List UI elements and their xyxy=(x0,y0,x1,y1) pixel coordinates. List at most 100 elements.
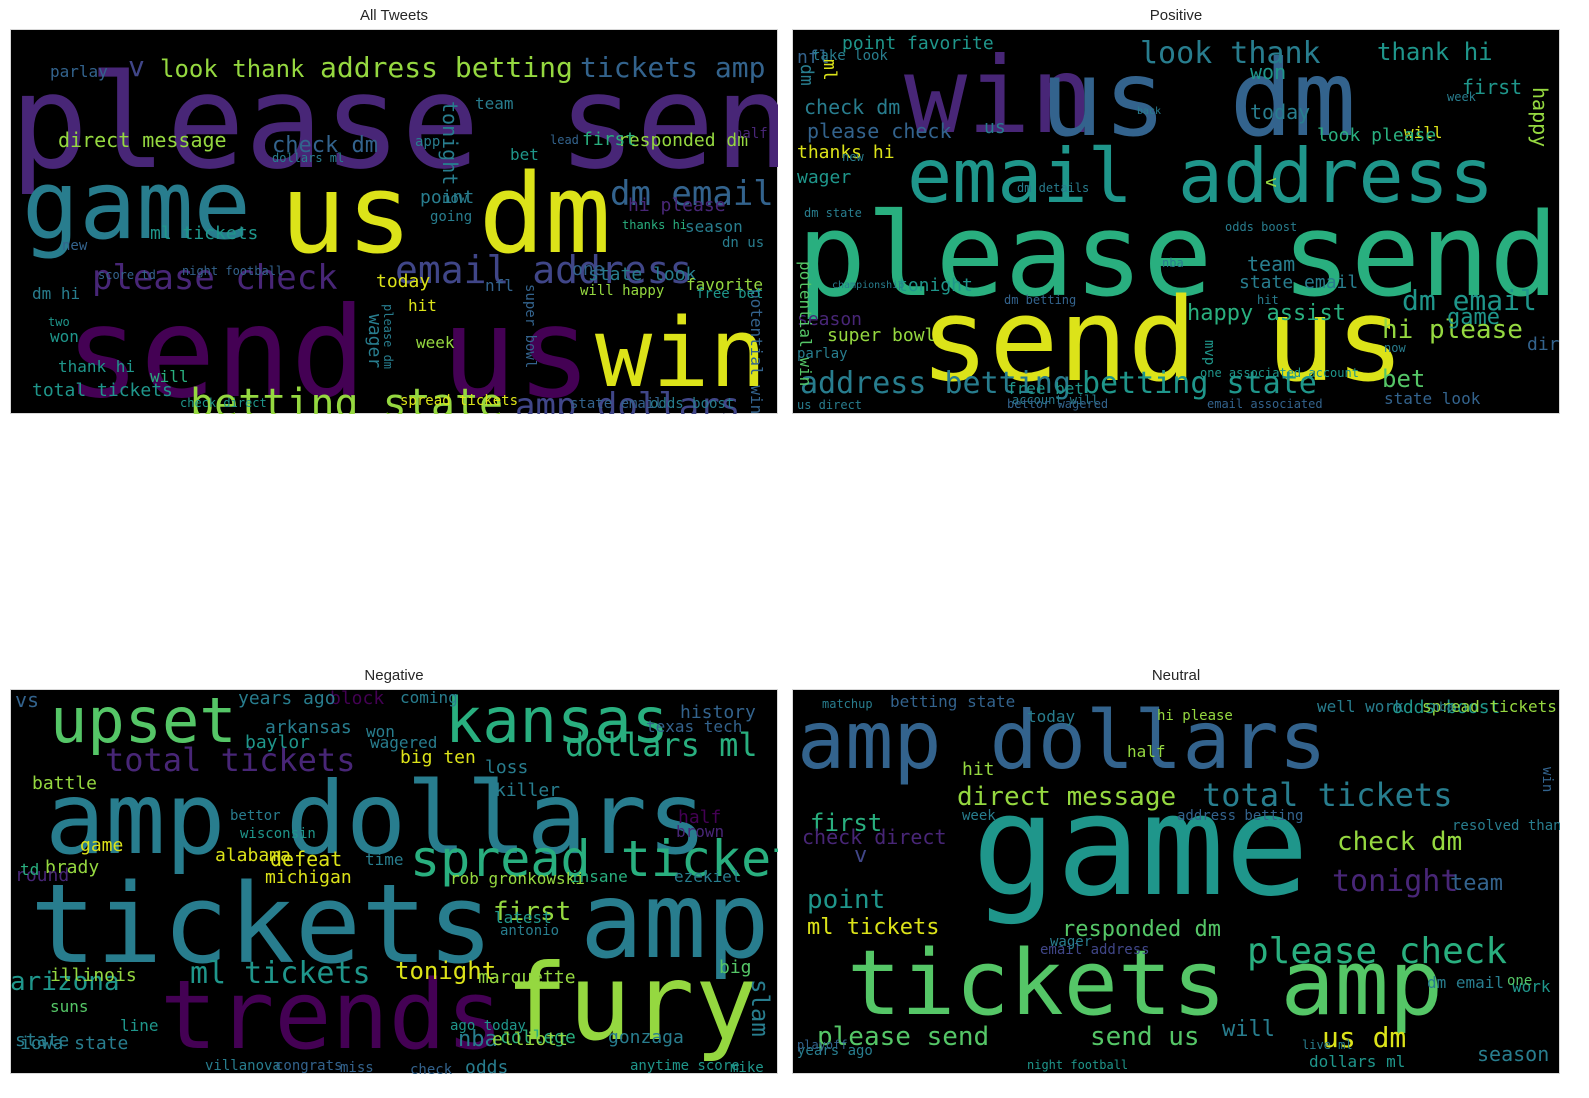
cloud-word: send us xyxy=(1090,1022,1200,1052)
cloud-word: nba xyxy=(1162,256,1184,270)
cloud-word: two xyxy=(48,315,70,329)
panel-title: Negative xyxy=(364,667,424,684)
cloud-word: state email xyxy=(570,396,663,412)
cloud-word: score td xyxy=(98,268,156,282)
cloud-word: championship xyxy=(832,280,905,291)
cloud-word: check dm xyxy=(804,95,901,119)
cloud-word: dm state xyxy=(804,206,862,220)
cloud-word: season xyxy=(685,217,743,236)
cloud-word: live ml xyxy=(1302,1038,1353,1052)
cloud-word: potential win xyxy=(747,289,766,414)
cloud-word: back xyxy=(1137,106,1162,117)
word-cloud: amp dollars tickets amp trends fury upset kans… xyxy=(10,689,778,1074)
cloud-word: well work xyxy=(1317,697,1404,716)
cloud-word: texas tech xyxy=(646,717,743,736)
cloud-word: illinois xyxy=(50,965,137,986)
panel-all-tweets: All Tweets please sendgameus dmsend uswi… xyxy=(10,0,778,418)
cloud-word: state look xyxy=(1384,389,1481,408)
panel-neutral: Neutral amp dollars game tickets amp total … xyxy=(792,660,1560,1078)
cloud-word: hi please xyxy=(628,195,726,216)
cloud-word: game xyxy=(80,835,124,856)
cloud-word: take look xyxy=(812,48,888,64)
cloud-word: baylor xyxy=(245,732,311,753)
cloud-word: odds boost xyxy=(1225,220,1298,234)
cloud-word: dm xyxy=(796,64,817,86)
cloud-word: bet xyxy=(510,145,539,164)
cloud-word: coming xyxy=(400,689,458,707)
cloud-word: killer xyxy=(495,780,561,801)
cloud-word: one xyxy=(1507,973,1533,989)
cloud-word: free bet xyxy=(696,286,764,302)
cloud-word: today xyxy=(1027,707,1076,726)
cloud-word: look please xyxy=(1317,125,1437,146)
cloud-word: lead xyxy=(550,133,579,147)
cloud-word: playoff xyxy=(797,1038,848,1052)
cloud-word: half xyxy=(734,126,768,142)
cloud-word: mike xyxy=(730,1060,764,1074)
panel-title: Positive xyxy=(1149,7,1203,24)
cloud-word: won xyxy=(50,327,79,346)
cloud-word: night football xyxy=(182,264,284,278)
word-cloud: please sendgameus dmsend uswinbetting st… xyxy=(10,29,778,414)
cloud-word: email associated xyxy=(1207,397,1323,411)
cloud-word: dm details xyxy=(1017,181,1090,195)
cloud-word: tonight xyxy=(1332,864,1459,899)
cloud-word: check direct xyxy=(180,396,267,410)
cloud-word: antonio xyxy=(500,923,560,939)
cloud-word: thank hi xyxy=(58,357,136,376)
cloud-word: address betting xyxy=(320,51,573,84)
cloud-word: insane xyxy=(570,867,628,886)
cloud-word: dn us xyxy=(722,235,765,251)
cloud-word: bet xyxy=(1382,365,1426,393)
cloud-word: big ten xyxy=(400,747,476,768)
cloud-word: thank hi xyxy=(1377,38,1493,66)
cloud-word: will xyxy=(1222,1017,1275,1042)
cloud-word: total tickets xyxy=(105,741,356,779)
word-cloud: win us dm email address please send send us a… xyxy=(792,29,1560,414)
cloud-word: half xyxy=(1127,742,1166,761)
cloud-word: thanks hi xyxy=(622,218,688,232)
cloud-word: hi please xyxy=(1157,708,1233,724)
cloud-word: night football xyxy=(1027,1058,1129,1072)
cloud-word: us direct xyxy=(797,398,863,412)
cloud-word: tonight xyxy=(897,275,973,296)
cloud-word: week xyxy=(1447,90,1476,104)
cloud-word: gonzaga xyxy=(608,1027,684,1048)
cloud-word: ml tickets xyxy=(150,223,259,244)
cloud-word: team xyxy=(1247,252,1296,276)
cloud-word: dollars ml xyxy=(1309,1052,1406,1071)
cloud-word: hit xyxy=(962,759,995,780)
cloud-word: suns xyxy=(50,997,89,1016)
cloud-word: us xyxy=(984,117,1006,138)
cloud-word: please check xyxy=(1247,931,1508,972)
panel-positive: Positive win us dm email address please sen… xyxy=(792,0,1560,418)
cloud-word: line xyxy=(120,1016,159,1035)
cloud-word: parlay xyxy=(50,62,108,81)
cloud-word: super bowl xyxy=(827,325,936,346)
cloud-word: dollars ml xyxy=(272,151,345,165)
cloud-word: direct message xyxy=(58,128,227,152)
cloud-word: rob gronkowski xyxy=(450,869,585,888)
cloud-word: vs xyxy=(15,689,40,712)
cloud-word: game xyxy=(1447,305,1500,330)
cloud-word: today xyxy=(1250,100,1311,124)
cloud-word: look thank xyxy=(1140,36,1321,71)
cloud-word: app xyxy=(415,134,441,150)
cloud-word: please dm xyxy=(381,304,395,370)
cloud-word: congrats xyxy=(275,1058,343,1074)
cloud-word: resolved thank xyxy=(1452,818,1560,834)
cloud-word: check dm xyxy=(1337,827,1463,857)
cloud-word: dm email xyxy=(1427,973,1505,992)
cloud-word: tickets amp xyxy=(580,51,766,84)
cloud-word: bettor wagered xyxy=(1007,397,1109,411)
cloud-word: responded dm xyxy=(618,130,749,151)
cloud-word: one xyxy=(572,259,605,280)
cloud-word: ml tickets xyxy=(190,956,371,991)
cloud-word: villanova xyxy=(205,1058,281,1074)
cloud-word: betting state xyxy=(890,692,1016,711)
cloud-word: v xyxy=(1261,177,1282,188)
cloud-word: battle xyxy=(32,773,98,794)
cloud-word: td xyxy=(20,860,40,879)
cloud-word: week xyxy=(416,333,455,352)
cloud-word: years ago xyxy=(238,689,336,709)
